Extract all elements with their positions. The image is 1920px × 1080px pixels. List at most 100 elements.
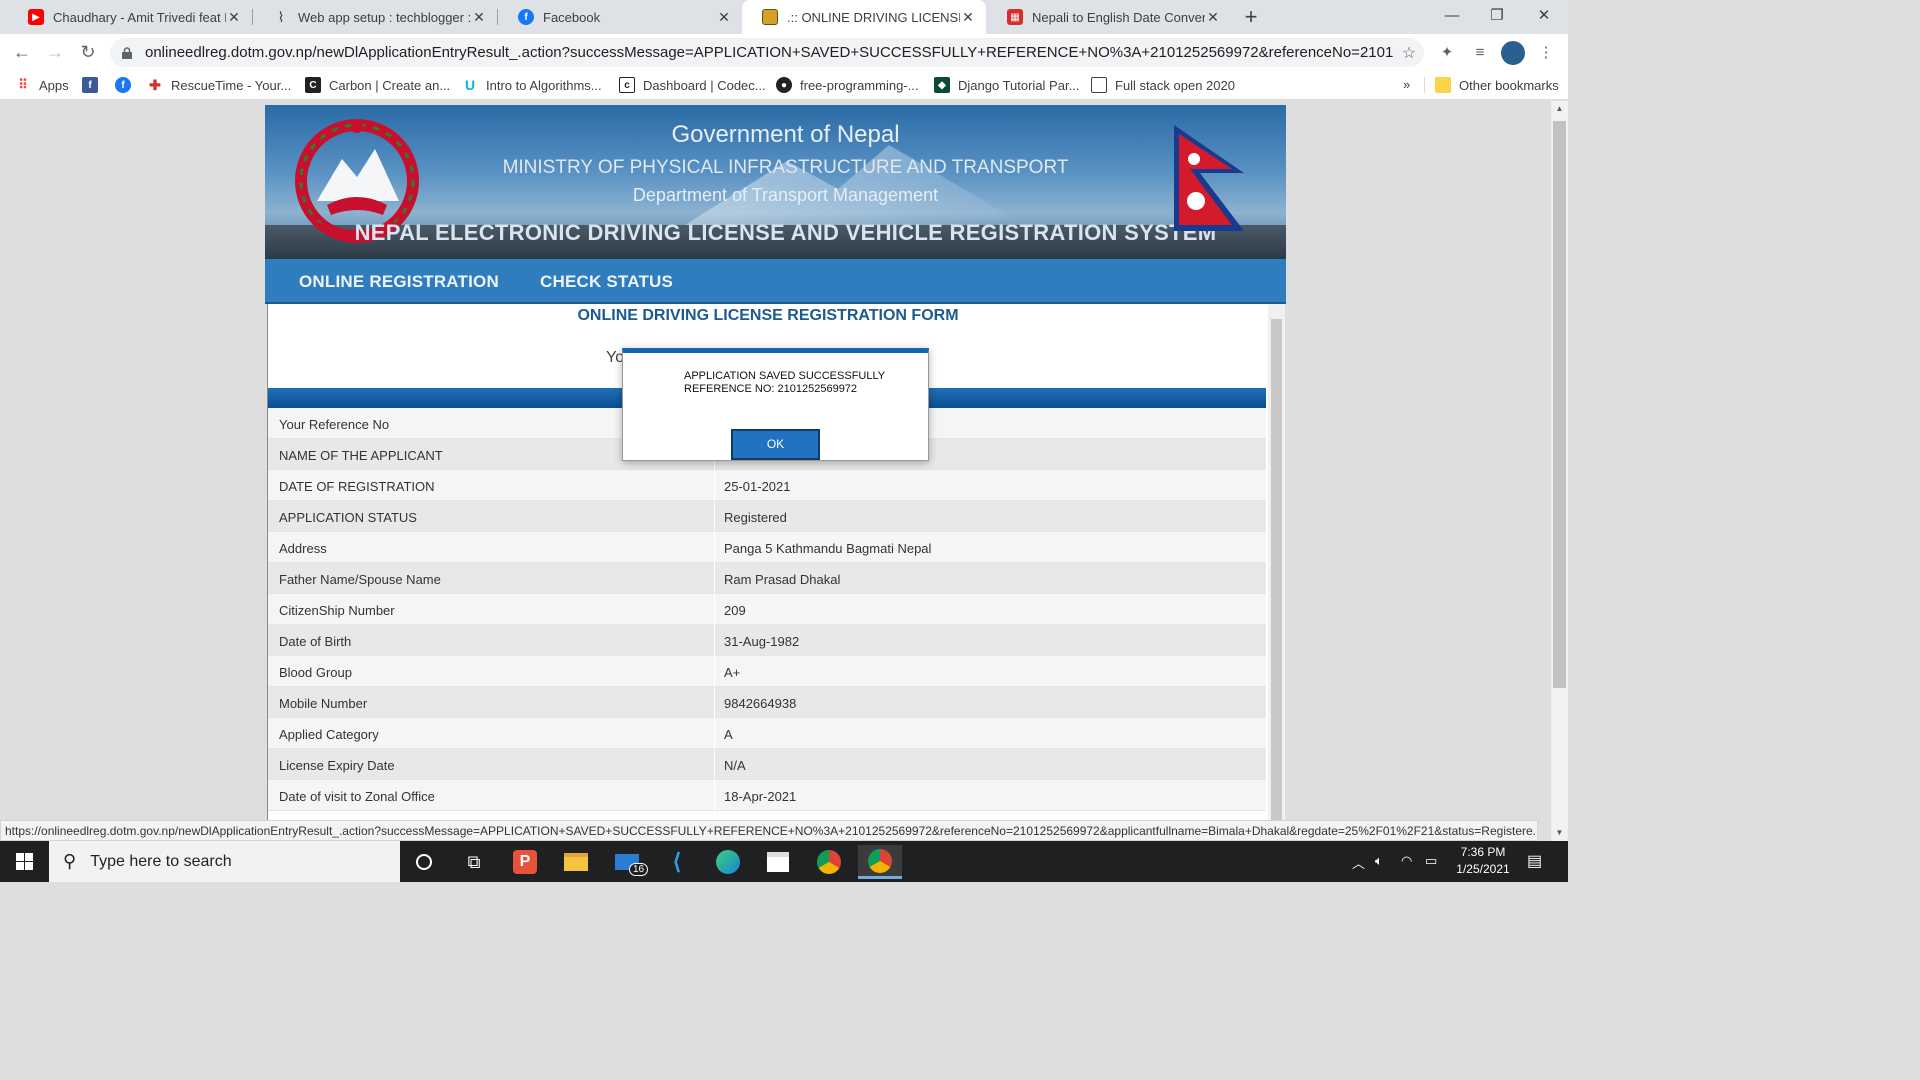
reload-button[interactable]: ↻	[76, 41, 100, 65]
other-bookmarks[interactable]: Other bookmarks	[1424, 77, 1559, 93]
tab-title: Facebook	[543, 9, 601, 25]
tab-title: Web app setup : techblogger : Py	[298, 9, 471, 25]
bookmark-free-programming[interactable]: ● free-programming-...	[776, 77, 918, 93]
battery-icon[interactable]: ▭	[1425, 853, 1437, 869]
bookmark-apps[interactable]: ⠿ Apps	[15, 77, 68, 93]
restore-button[interactable]: ❐	[1482, 6, 1512, 28]
close-icon[interactable]: ✕	[471, 9, 487, 26]
start-button[interactable]	[0, 841, 49, 882]
bookmark-label: Dashboard | Codec...	[643, 77, 766, 93]
rescuetime-icon: ✚	[149, 76, 161, 93]
store-bag-icon	[767, 852, 789, 872]
row-label: APPLICATION STATUS	[279, 510, 417, 525]
nav-online-registration[interactable]: ONLINE REGISTRATION	[299, 272, 499, 292]
tab-title: .:: ONLINE DRIVING LICENSE ::.	[787, 9, 960, 25]
form-scrollbar-thumb[interactable]	[1271, 319, 1282, 841]
bookmark-facebook-square[interactable]: f	[82, 77, 106, 93]
dialog-success-line: APPLICATION SAVED SUCCESSFULLY	[684, 370, 886, 382]
taskbar-app-vscode[interactable]: ⟨	[655, 845, 699, 879]
row-value: 209	[724, 603, 746, 618]
bookmark-codecademy[interactable]: c Dashboard | Codec...	[619, 77, 766, 93]
calendar-icon: ▦	[1007, 9, 1023, 25]
menu-kebab-icon[interactable]: ⋮	[1535, 42, 1557, 64]
page-scrollbar-thumb[interactable]	[1553, 121, 1566, 688]
browser-tab-strip: ▶ Chaudhary - Amit Trivedi feat Ma ✕ ⌇ W…	[0, 0, 1568, 34]
pythonanywhere-icon: ⌇	[277, 8, 285, 25]
youtube-icon: ▶	[28, 9, 44, 25]
dialog-message: APPLICATION SAVED SUCCESSFULLY REFERENCE…	[684, 370, 885, 396]
site-banner: Government of Nepal MINISTRY OF PHYSICAL…	[265, 105, 1286, 259]
taskbar-app-file-explorer[interactable]	[554, 845, 598, 879]
wifi-icon[interactable]: ◠	[1401, 853, 1412, 869]
bookmark-star-icon[interactable]: ☆	[1394, 43, 1424, 63]
row-label: Address	[279, 541, 327, 556]
bookmark-intro-algorithms[interactable]: U Intro to Algorithms...	[462, 77, 602, 93]
bookmark-carbon[interactable]: C Carbon | Create an...	[305, 77, 450, 93]
table-row: Applied Category A	[268, 718, 1266, 749]
taskbar-clock[interactable]: 7:36 PM 1/25/2021	[1448, 844, 1518, 878]
taskbar-search-box[interactable]: ⚲ Type here to search	[49, 841, 400, 882]
taskbar-app-chrome[interactable]	[807, 845, 851, 879]
close-icon[interactable]: ✕	[1205, 9, 1221, 26]
scroll-up-arrow-icon[interactable]: ▲	[1551, 101, 1568, 117]
tray-overflow-chevron-icon[interactable]: ︿	[1352, 853, 1365, 872]
task-view-button[interactable]: ⧉	[452, 845, 496, 879]
bookmark-label: free-programming-...	[800, 77, 919, 93]
close-window-button[interactable]: ✕	[1529, 6, 1559, 28]
reading-list-icon[interactable]: ≡	[1469, 42, 1491, 64]
tab-online-driving-license[interactable]: .:: ONLINE DRIVING LICENSE ::. ✕	[742, 0, 986, 34]
tab-web-app-setup[interactable]: ⌇ Web app setup : techblogger : Py ✕	[253, 0, 497, 34]
tab-date-converter[interactable]: ▦ Nepali to English Date Converter ✕	[987, 0, 1231, 34]
table-row: CitizenShip Number 209	[268, 594, 1266, 625]
ok-button[interactable]: OK	[731, 429, 820, 460]
back-button[interactable]: ←	[10, 41, 34, 65]
minimize-button[interactable]: —	[1437, 6, 1467, 28]
bookmark-label: Intro to Algorithms...	[486, 77, 602, 93]
facebook-icon: f	[518, 9, 534, 25]
chrome-icon	[817, 850, 841, 874]
cortana-icon	[416, 854, 432, 870]
close-icon[interactable]: ✕	[226, 9, 242, 26]
bookmark-full-stack-open[interactable]: Full stack open 2020	[1091, 77, 1235, 93]
row-label: Father Name/Spouse Name	[279, 572, 441, 587]
taskbar-app-chrome-active[interactable]	[858, 845, 902, 879]
close-icon[interactable]: ✕	[716, 9, 732, 26]
cortana-button[interactable]	[402, 845, 446, 879]
notification-center-icon[interactable]: ▤	[1527, 851, 1542, 871]
bookmark-rescuetime[interactable]: ✚ RescueTime - Your...	[147, 77, 291, 93]
nepal-flag-icon	[1174, 125, 1244, 231]
bookmark-facebook[interactable]: f	[115, 77, 139, 93]
taskbar-app-edge[interactable]	[706, 845, 750, 879]
taskbar-app-mail[interactable]: 16	[605, 845, 649, 879]
form-title: ONLINE DRIVING LICENSE REGISTRATION FORM	[577, 307, 959, 324]
more-bookmarks-button[interactable]: »	[1403, 77, 1410, 92]
facebook-square-icon: f	[82, 77, 98, 93]
tab-facebook[interactable]: f Facebook ✕	[498, 0, 742, 34]
dialog-reference-line: REFERENCE NO: 2101252569972	[684, 383, 858, 395]
edge-icon	[716, 850, 740, 874]
table-row: License Expiry Date N/A	[268, 749, 1266, 780]
row-value: 25-01-2021	[724, 479, 791, 494]
page-scrollbar[interactable]: ▲ ▼	[1551, 101, 1568, 841]
url-text: onlineedlreg.dotm.gov.np/newDlApplicatio…	[145, 44, 1394, 61]
form-scrollbar[interactable]	[1268, 304, 1285, 841]
bookmark-django-tutorial[interactable]: ◆ Django Tutorial Par...	[934, 77, 1079, 93]
address-bar[interactable]: onlineedlreg.dotm.gov.np/newDlApplicatio…	[110, 38, 1424, 67]
profile-avatar[interactable]	[1501, 41, 1525, 65]
extensions-puzzle-icon[interactable]: ✦	[1436, 42, 1458, 64]
tab-youtube[interactable]: ▶ Chaudhary - Amit Trivedi feat Ma ✕	[8, 0, 252, 34]
new-tab-button[interactable]: +	[1240, 6, 1262, 28]
volume-icon[interactable]: 🔈︎	[1375, 853, 1383, 869]
forward-button[interactable]: →	[43, 41, 67, 65]
search-icon: ⚲	[63, 851, 77, 871]
scroll-down-arrow-icon[interactable]: ▼	[1551, 825, 1568, 841]
nav-check-status[interactable]: CHECK STATUS	[540, 272, 673, 292]
taskbar-app-postman[interactable]: P	[503, 845, 547, 879]
codecademy-icon: c	[619, 77, 635, 93]
close-icon[interactable]: ✕	[960, 9, 976, 26]
taskbar-app-store[interactable]	[756, 845, 800, 879]
row-value: Ram Prasad Dhakal	[724, 572, 841, 587]
bookmark-label: Django Tutorial Par...	[958, 77, 1080, 93]
vscode-icon: ⟨	[672, 849, 682, 874]
lock-icon	[122, 46, 132, 59]
